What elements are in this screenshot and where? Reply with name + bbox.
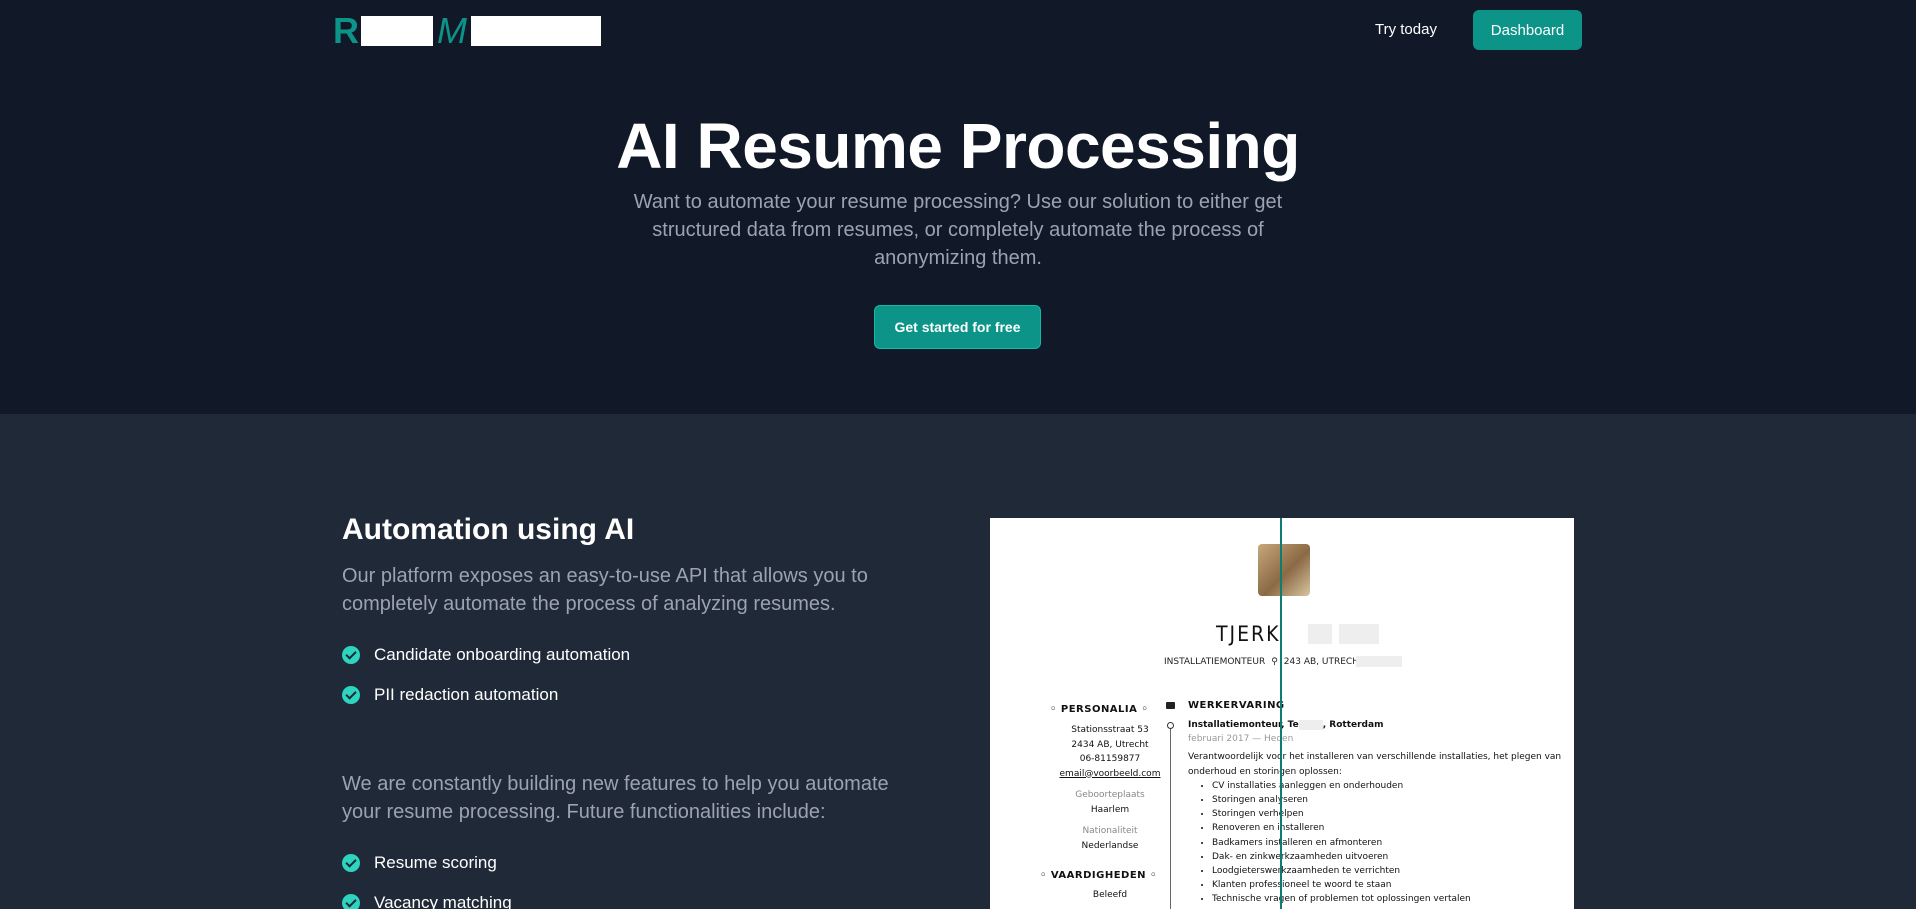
hero-subtitle: Want to automate your resume processing?… xyxy=(633,191,1283,269)
logo-letter: R xyxy=(333,10,359,51)
resume-work-experience: Installatiemonteur, Te, Rotterdam februa… xyxy=(1188,718,1568,907)
resume-photo xyxy=(1258,544,1310,596)
briefcase-icon xyxy=(1166,702,1175,709)
section-description: Our platform exposes an easy-to-use API … xyxy=(342,565,868,615)
list-item: PII redaction automation xyxy=(342,675,630,715)
try-today-link[interactable]: Try today xyxy=(1375,18,1437,42)
list-item: Candidate onboarding automation xyxy=(342,635,630,675)
dashboard-button[interactable]: Dashboard xyxy=(1473,10,1582,50)
list-item: Resume scoring xyxy=(342,843,512,883)
check-circle-icon xyxy=(342,646,360,664)
resume-section-heading: ◦ VAARDIGHEDEN ◦ xyxy=(1040,870,1157,881)
resume-subtitle: INSTALLATIEMONTEUR⚲243 AB, UTRECHT✆ xyxy=(1164,657,1384,667)
resume-preview-image: TJERK INSTALLATIEMONTEUR ⚲ 243 AB, UTRECHT… xyxy=(990,518,1574,909)
list-item: Vacancy matching xyxy=(342,883,512,909)
location-pin-icon: ⚲ xyxy=(1271,657,1278,667)
logo-redaction xyxy=(471,16,601,46)
top-nav: R M Try today Dashboard xyxy=(0,0,1916,60)
check-circle-icon xyxy=(342,686,360,704)
logo-letter: M xyxy=(437,10,467,51)
hero-section: AI Resume Processing Want to automate yo… xyxy=(0,0,1916,414)
future-features-list: Resume scoring Vacancy matching xyxy=(342,843,512,909)
check-circle-icon xyxy=(342,854,360,872)
automation-section: Automation using AI Our platform exposes… xyxy=(0,414,1916,909)
scan-line xyxy=(1280,518,1282,909)
logo[interactable]: R M xyxy=(333,10,601,51)
resume-section-heading: ◦ PERSONALIA ◦ xyxy=(1050,704,1149,715)
resume-redaction xyxy=(1356,656,1402,667)
hero-title: AI Resume Processing xyxy=(616,110,1300,182)
resume-name: TJERK xyxy=(1216,622,1281,646)
resume-skill: Beleefd xyxy=(1092,890,1128,900)
resume-redaction xyxy=(1339,624,1379,644)
resume-redaction xyxy=(1308,624,1332,644)
future-description: We are constantly building new features … xyxy=(342,773,889,823)
resume-timeline xyxy=(1170,726,1171,909)
resume-timeline-dot xyxy=(1167,722,1174,729)
check-circle-icon xyxy=(342,894,360,909)
current-features-list: Candidate onboarding automation PII reda… xyxy=(342,635,630,715)
section-title: Automation using AI xyxy=(342,513,635,546)
resume-section-heading: WERKERVARING xyxy=(1188,700,1285,711)
logo-redaction xyxy=(361,16,433,46)
get-started-button[interactable]: Get started for free xyxy=(874,305,1041,349)
resume-personal-details: Stationsstraat 53 2434 AB, Utrecht 06-81… xyxy=(1059,725,1161,851)
